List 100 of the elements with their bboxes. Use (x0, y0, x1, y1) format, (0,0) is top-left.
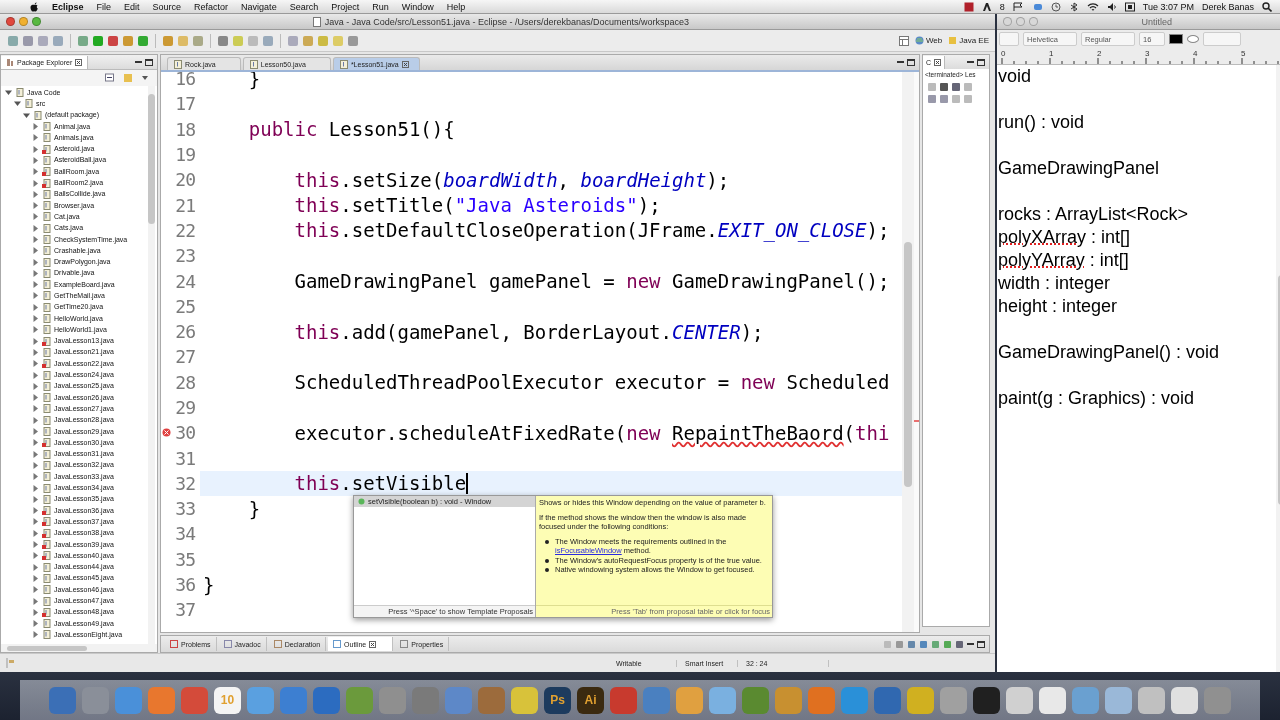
close-icon[interactable] (75, 58, 83, 66)
minimize-window-button[interactable] (1016, 17, 1025, 26)
flag-icon[interactable] (1012, 1, 1025, 12)
volume-icon[interactable] (1106, 1, 1117, 12)
menu-item[interactable]: Edit (124, 1, 140, 12)
expand-arrow-icon[interactable] (32, 484, 39, 492)
expand-arrow-icon[interactable] (32, 529, 39, 537)
expand-arrow-icon[interactable] (32, 552, 39, 560)
perspective-button[interactable]: Web (914, 36, 943, 45)
menu-item[interactable]: Search (289, 1, 319, 12)
expand-arrow-icon[interactable] (32, 405, 39, 413)
menu-item[interactable]: Source (152, 1, 182, 12)
minimize-icon[interactable] (897, 59, 904, 66)
app-icon[interactable] (1171, 686, 1198, 714)
app-icon[interactable] (511, 686, 538, 714)
expand-arrow-icon[interactable] (32, 168, 39, 176)
expand-arrow-icon[interactable] (32, 315, 39, 323)
search-icon[interactable] (1262, 1, 1272, 12)
expand-arrow-icon[interactable] (32, 382, 39, 390)
expand-arrow-icon[interactable] (32, 518, 39, 526)
expand-arrow-icon[interactable] (32, 326, 39, 334)
expand-arrow-icon[interactable] (32, 190, 39, 198)
minimize-icon[interactable] (135, 58, 142, 66)
expand-arrow-icon[interactable] (32, 236, 39, 243)
wifi-icon[interactable] (1086, 1, 1099, 12)
bluetooth-icon[interactable] (1068, 1, 1079, 12)
expand-arrow-icon[interactable] (32, 145, 39, 153)
expand-arrow-icon[interactable] (32, 574, 39, 582)
error-marker-icon[interactable] (161, 428, 171, 438)
minimize-icon[interactable] (967, 640, 974, 648)
expand-arrow-icon[interactable] (32, 541, 39, 548)
expand-arrow-icon[interactable] (32, 507, 39, 515)
expand-arrow-icon[interactable] (32, 179, 39, 187)
open-perspective-icon[interactable] (898, 35, 909, 46)
expand-arrow-icon[interactable] (32, 597, 39, 605)
zoom-window-button[interactable] (1029, 17, 1038, 26)
expand-arrow-icon[interactable] (32, 281, 39, 289)
minimize-icon[interactable] (967, 58, 974, 66)
user-name[interactable]: Derek Banas (1201, 1, 1254, 12)
apple-icon[interactable] (30, 1, 39, 12)
perspective-button[interactable]: Java EE (948, 36, 989, 45)
maximize-icon[interactable] (145, 58, 153, 66)
menu-clock[interactable]: Tue 3:07 PM (1142, 1, 1194, 12)
collapse-all-icon[interactable] (105, 73, 115, 83)
display-icon[interactable] (1124, 1, 1135, 12)
scroll-thumb[interactable] (7, 645, 87, 651)
expand-arrow-icon[interactable] (32, 586, 39, 594)
expand-arrow-icon[interactable] (32, 620, 39, 628)
clock-icon[interactable] (1050, 1, 1061, 12)
tool-icon[interactable] (106, 33, 120, 48)
expand-arrow-icon[interactable] (32, 269, 39, 277)
close-icon[interactable] (934, 58, 942, 66)
menu-item[interactable]: Navigate (241, 1, 277, 12)
expand-arrow-icon[interactable] (5, 89, 12, 97)
expand-arrow-icon[interactable] (32, 337, 39, 345)
expand-arrow-icon[interactable] (32, 213, 39, 221)
app-icon[interactable] (1006, 686, 1033, 714)
menu-item[interactable]: File (96, 1, 112, 12)
app-icon[interactable] (973, 686, 1000, 714)
highlight-color-swatch[interactable] (1187, 35, 1199, 43)
scroll-thumb[interactable] (148, 94, 155, 224)
scroll-thumb[interactable] (904, 242, 912, 487)
expand-arrow-icon[interactable] (32, 450, 39, 458)
zoom-window-button[interactable] (32, 17, 41, 26)
scrollbar[interactable] (902, 72, 914, 632)
expand-arrow-icon[interactable] (32, 292, 39, 300)
app-icon[interactable]: Ai (577, 686, 604, 714)
expand-arrow-icon[interactable] (32, 371, 39, 379)
menu-item[interactable]: Help (446, 1, 466, 12)
scrollbar[interactable] (1, 644, 157, 652)
expand-arrow-icon[interactable] (14, 100, 21, 108)
close-window-button[interactable] (6, 17, 15, 26)
maximize-icon[interactable] (907, 59, 915, 66)
menu-item[interactable]: Window (401, 1, 434, 12)
expand-arrow-icon[interactable] (32, 631, 39, 639)
expand-arrow-icon[interactable] (32, 348, 39, 356)
expand-arrow-icon[interactable] (32, 428, 39, 436)
menu-item[interactable]: Refactor (194, 1, 229, 12)
minimize-window-button[interactable] (19, 17, 28, 26)
menu-item[interactable]: Run (372, 1, 389, 12)
app-icon[interactable] (1138, 686, 1165, 714)
view-menu-icon[interactable] (141, 74, 149, 82)
expand-arrow-icon[interactable] (32, 123, 39, 131)
expand-arrow-icon[interactable] (32, 247, 39, 255)
menu-item[interactable]: Project (331, 1, 360, 12)
expand-arrow-icon[interactable] (32, 495, 39, 503)
maximize-icon[interactable] (977, 640, 985, 648)
notification-count[interactable]: 8 (999, 1, 1005, 12)
expand-arrow-icon[interactable] (32, 360, 39, 368)
expand-arrow-icon[interactable] (32, 563, 39, 571)
expand-arrow-icon[interactable] (32, 156, 39, 164)
expand-arrow-icon[interactable] (32, 461, 39, 469)
expand-arrow-icon[interactable] (32, 608, 39, 616)
close-icon[interactable] (401, 60, 409, 68)
text-color-swatch[interactable] (1169, 34, 1183, 44)
expand-arrow-icon[interactable] (32, 258, 39, 266)
app-status-icon[interactable] (963, 1, 974, 12)
expand-arrow-icon[interactable] (32, 134, 39, 142)
app-menu[interactable]: Eclipse (52, 1, 84, 12)
expand-arrow-icon[interactable] (32, 439, 39, 447)
